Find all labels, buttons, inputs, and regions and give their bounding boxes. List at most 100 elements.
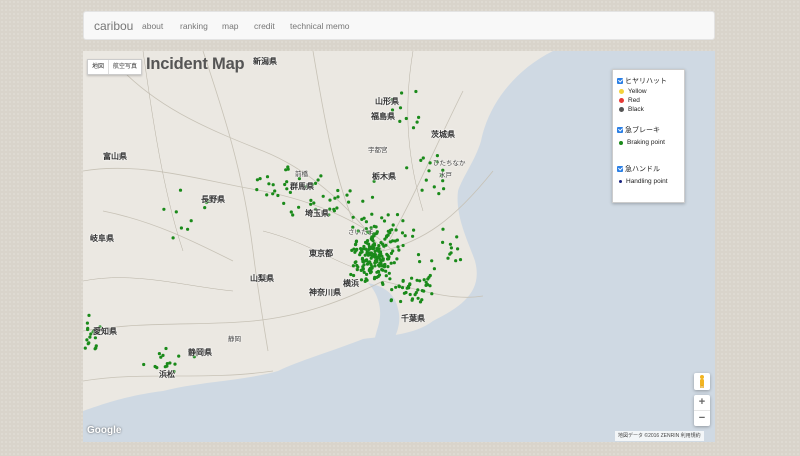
braking-point-marker[interactable] bbox=[384, 243, 388, 247]
kyuhandoru-checkbox[interactable] bbox=[617, 166, 623, 172]
braking-point-marker[interactable] bbox=[449, 251, 453, 255]
braking-point-marker[interactable] bbox=[428, 273, 432, 278]
braking-point-marker[interactable] bbox=[401, 279, 405, 283]
braking-point-marker[interactable] bbox=[368, 266, 372, 271]
braking-point-marker[interactable] bbox=[404, 116, 408, 121]
braking-point-marker[interactable] bbox=[93, 347, 97, 351]
braking-point-marker[interactable] bbox=[400, 231, 405, 235]
braking-point-marker[interactable] bbox=[455, 235, 459, 239]
braking-point-marker[interactable] bbox=[265, 193, 269, 197]
braking-point-marker[interactable] bbox=[369, 251, 373, 255]
braking-point-marker[interactable] bbox=[348, 189, 352, 193]
braking-point-marker[interactable] bbox=[364, 220, 368, 224]
braking-point-marker[interactable] bbox=[391, 223, 395, 227]
braking-point-marker[interactable] bbox=[458, 258, 463, 262]
braking-point-marker[interactable] bbox=[321, 194, 325, 198]
braking-point-marker[interactable] bbox=[402, 291, 406, 295]
braking-point-marker[interactable] bbox=[380, 281, 384, 285]
braking-point-marker[interactable] bbox=[89, 332, 93, 336]
braking-point-marker[interactable] bbox=[374, 225, 378, 229]
braking-point-marker[interactable] bbox=[361, 267, 365, 271]
braking-point-marker[interactable] bbox=[179, 226, 183, 230]
braking-point-marker[interactable] bbox=[174, 210, 178, 214]
braking-point-marker[interactable] bbox=[400, 286, 405, 290]
braking-point-marker[interactable] bbox=[454, 259, 458, 263]
braking-point-marker[interactable] bbox=[361, 247, 365, 251]
braking-point-marker[interactable] bbox=[309, 198, 313, 202]
braking-point-marker[interactable] bbox=[361, 199, 365, 203]
braking-point-marker[interactable] bbox=[414, 89, 418, 94]
braking-point-marker[interactable] bbox=[271, 192, 275, 196]
braking-point-marker[interactable] bbox=[285, 180, 289, 184]
braking-point-marker[interactable] bbox=[319, 174, 323, 178]
braking-point-marker[interactable] bbox=[375, 270, 379, 274]
braking-point-marker[interactable] bbox=[85, 321, 89, 325]
braking-point-marker[interactable] bbox=[377, 273, 382, 277]
braking-point-marker[interactable] bbox=[352, 247, 356, 251]
braking-point-marker[interactable] bbox=[358, 251, 363, 255]
braking-point-marker[interactable] bbox=[289, 210, 293, 214]
braking-point-marker[interactable] bbox=[394, 228, 398, 232]
braking-point-marker[interactable] bbox=[336, 195, 340, 199]
braking-point-marker[interactable] bbox=[387, 271, 391, 275]
braking-point-marker[interactable] bbox=[370, 212, 374, 216]
braking-point-marker[interactable] bbox=[385, 252, 389, 256]
braking-point-marker[interactable] bbox=[363, 253, 367, 257]
braking-point-marker[interactable] bbox=[355, 268, 359, 272]
braking-point-marker[interactable] bbox=[432, 185, 436, 189]
braking-point-marker[interactable] bbox=[365, 278, 369, 282]
braking-point-marker[interactable] bbox=[359, 278, 364, 282]
braking-point-marker[interactable] bbox=[88, 335, 92, 339]
braking-point-marker[interactable] bbox=[371, 254, 375, 258]
braking-point-marker[interactable] bbox=[297, 205, 301, 209]
braking-point-marker[interactable] bbox=[384, 274, 388, 278]
map-attribution[interactable]: 地図データ ©2016 ZENRIN 利用規約 bbox=[615, 431, 704, 441]
braking-point-marker[interactable] bbox=[283, 182, 287, 187]
braking-point-marker[interactable] bbox=[85, 338, 89, 342]
braking-point-marker[interactable] bbox=[367, 242, 371, 246]
nav-map[interactable]: map bbox=[222, 21, 239, 31]
braking-point-marker[interactable] bbox=[388, 240, 393, 244]
braking-point-marker[interactable] bbox=[312, 201, 316, 205]
braking-point-marker[interactable] bbox=[446, 256, 450, 260]
braking-point-marker[interactable] bbox=[345, 193, 349, 197]
braking-point-marker[interactable] bbox=[416, 296, 420, 300]
nav-credit[interactable]: credit bbox=[254, 21, 275, 31]
braking-point-marker[interactable] bbox=[161, 353, 165, 357]
braking-point-marker[interactable] bbox=[437, 192, 441, 196]
braking-point-marker[interactable] bbox=[316, 178, 320, 182]
braking-point-marker[interactable] bbox=[442, 187, 446, 191]
kyubureki-checkbox[interactable] bbox=[617, 127, 623, 133]
braking-point-marker[interactable] bbox=[388, 231, 392, 235]
braking-point-marker[interactable] bbox=[386, 213, 390, 217]
braking-point-marker[interactable] bbox=[399, 299, 403, 304]
braking-point-marker[interactable] bbox=[157, 352, 161, 356]
braking-point-marker[interactable] bbox=[424, 280, 428, 284]
braking-point-marker[interactable] bbox=[313, 181, 318, 185]
braking-point-marker[interactable] bbox=[415, 120, 419, 124]
braking-point-marker[interactable] bbox=[418, 279, 422, 283]
braking-point-marker[interactable] bbox=[392, 261, 396, 265]
braking-point-marker[interactable] bbox=[420, 188, 424, 192]
braking-point-marker[interactable] bbox=[332, 207, 336, 211]
braking-point-marker[interactable] bbox=[387, 257, 391, 261]
braking-point-marker[interactable] bbox=[388, 277, 392, 281]
street-view-pegman-icon[interactable] bbox=[694, 373, 710, 390]
braking-point-marker[interactable] bbox=[364, 240, 368, 244]
braking-point-marker[interactable] bbox=[379, 241, 383, 245]
braking-point-marker[interactable] bbox=[360, 217, 364, 221]
braking-point-marker[interactable] bbox=[386, 265, 390, 269]
braking-point-marker[interactable] bbox=[336, 188, 340, 193]
braking-point-marker[interactable] bbox=[372, 277, 377, 281]
braking-point-marker[interactable] bbox=[432, 267, 436, 271]
braking-point-marker[interactable] bbox=[203, 206, 207, 210]
braking-point-marker[interactable] bbox=[276, 193, 280, 198]
braking-point-marker[interactable] bbox=[430, 259, 434, 263]
braking-point-marker[interactable] bbox=[398, 106, 403, 110]
braking-point-marker[interactable] bbox=[351, 215, 355, 219]
braking-point-marker[interactable] bbox=[267, 182, 271, 186]
zoom-out-button[interactable]: − bbox=[694, 410, 710, 426]
braking-point-marker[interactable] bbox=[405, 166, 409, 170]
braking-point-marker[interactable] bbox=[162, 207, 166, 211]
braking-point-marker[interactable] bbox=[398, 119, 402, 123]
